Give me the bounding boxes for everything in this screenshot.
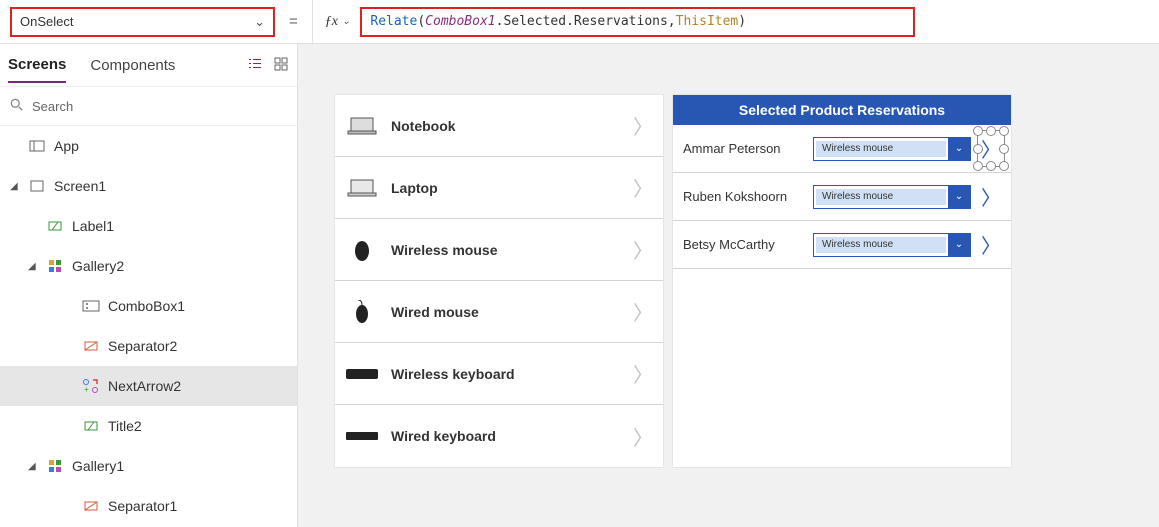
reservation-item[interactable]: Ruben Kokshoorn Wireless mouse ⌄ 〉 (673, 173, 1011, 221)
chevron-down-icon: ⌄ (342, 16, 350, 27)
tree-item-app[interactable]: App (0, 126, 297, 166)
notebook-icon (345, 113, 379, 139)
reservations-header: Selected Product Reservations (673, 95, 1011, 125)
formula-token-function: Relate (370, 14, 417, 29)
product-item[interactable]: Wired mouse 〉 (335, 281, 663, 343)
app-icon (28, 137, 46, 155)
product-item[interactable]: Laptop 〉 (335, 157, 663, 219)
property-selector[interactable]: OnSelect ⌄ (10, 7, 275, 37)
next-arrow-selected[interactable]: 〉 (981, 134, 1001, 163)
fx-icon: ƒx (325, 14, 338, 30)
reservation-combobox[interactable]: Wireless mouse ⌄ (813, 137, 971, 161)
tab-screens[interactable]: Screens (8, 48, 66, 83)
screen-icon (28, 177, 46, 195)
tree-view-panel: Screens Components Search App (0, 44, 298, 527)
app-preview: Notebook 〉 Laptop 〉 Wireless mouse 〉 Wir… (334, 94, 1123, 468)
search-icon (10, 98, 24, 115)
chevron-right-icon[interactable]: 〉 (633, 235, 653, 264)
chevron-down-icon[interactable]: ⌄ (948, 186, 970, 208)
tree-item-combobox1[interactable]: ComboBox1 (0, 286, 297, 326)
separator-icon (82, 497, 100, 515)
tree-item-separator2[interactable]: Separator2 (0, 326, 297, 366)
mouse-icon (345, 299, 379, 325)
reservation-item[interactable]: Betsy McCarthy Wireless mouse ⌄ 〉 (673, 221, 1011, 269)
laptop-icon (345, 175, 379, 201)
gallery-products: Notebook 〉 Laptop 〉 Wireless mouse 〉 Wir… (334, 94, 664, 468)
keyboard-icon (345, 423, 379, 449)
formula-bar: OnSelect ⌄ = ƒx ⌄ Relate( ComboBox1.Sele… (0, 0, 1159, 44)
tree-item-label1[interactable]: Label1 (0, 206, 297, 246)
tree-item-gallery2[interactable]: ◢ Gallery2 (0, 246, 297, 286)
fx-label[interactable]: ƒx ⌄ (312, 0, 351, 43)
chevron-right-icon[interactable]: 〉 (633, 422, 653, 451)
formula-input[interactable]: Relate( ComboBox1.Selected.Reservations,… (360, 7, 915, 37)
tree-item-separator1[interactable]: Separator1 (0, 486, 297, 526)
tree-item-gallery1[interactable]: ◢ Gallery1 (0, 446, 297, 486)
tree-item-title2[interactable]: Title2 (0, 406, 297, 446)
nextarrow-icon: + (82, 377, 100, 395)
formula-token-object: ComboBox1 (425, 14, 495, 29)
chevron-down-icon[interactable]: ⌄ (948, 138, 970, 160)
gallery-icon (46, 457, 64, 475)
next-arrow[interactable]: 〉 (981, 182, 1001, 211)
tree-item-nextarrow2[interactable]: + NextArrow2 (0, 366, 297, 406)
search-placeholder: Search (32, 99, 73, 114)
caret-down-icon: ◢ (10, 181, 20, 192)
product-item[interactable]: Wireless mouse 〉 (335, 219, 663, 281)
caret-down-icon: ◢ (28, 261, 38, 272)
chevron-right-icon[interactable]: 〉 (633, 173, 653, 202)
product-item[interactable]: Wireless keyboard 〉 (335, 343, 663, 405)
panel-tabs: Screens Components (0, 44, 297, 86)
grid-view-icon[interactable] (273, 56, 289, 75)
formula-token-context: ThisItem (676, 14, 739, 29)
svg-text:+: + (84, 385, 89, 394)
chevron-right-icon[interactable]: 〉 (633, 359, 653, 388)
caret-down-icon: ◢ (28, 461, 38, 472)
tab-components[interactable]: Components (90, 49, 175, 82)
label-icon (82, 417, 100, 435)
chevron-right-icon[interactable]: 〉 (633, 297, 653, 326)
next-arrow[interactable]: 〉 (981, 230, 1001, 259)
product-item[interactable]: Wired keyboard 〉 (335, 405, 663, 467)
chevron-right-icon[interactable]: 〉 (633, 111, 653, 140)
mouse-icon (345, 237, 379, 263)
chevron-down-icon[interactable]: ⌄ (948, 234, 970, 256)
gallery-icon (46, 257, 64, 275)
chevron-down-icon: ⌄ (254, 14, 265, 30)
search-row[interactable]: Search (0, 86, 297, 126)
reservation-combobox[interactable]: Wireless mouse ⌄ (813, 233, 971, 257)
label-icon (46, 217, 64, 235)
product-item[interactable]: Notebook 〉 (335, 95, 663, 157)
reservation-item[interactable]: Ammar Peterson Wireless mouse ⌄ 〉 (673, 125, 1011, 173)
tree-item-screen1[interactable]: ◢ Screen1 (0, 166, 297, 206)
list-view-icon[interactable] (247, 56, 263, 75)
separator-icon (82, 337, 100, 355)
property-selector-value: OnSelect (20, 14, 73, 29)
keyboard-icon (345, 361, 379, 387)
combobox-icon (82, 297, 100, 315)
tree-view: App ◢ Screen1 Label1 ◢ Gallery2 ComboBox… (0, 126, 297, 527)
canvas: Notebook 〉 Laptop 〉 Wireless mouse 〉 Wir… (298, 44, 1159, 527)
gallery-reservations: Selected Product Reservations Ammar Pete… (672, 94, 1012, 468)
equals-label: = (285, 13, 302, 30)
reservation-combobox[interactable]: Wireless mouse ⌄ (813, 185, 971, 209)
